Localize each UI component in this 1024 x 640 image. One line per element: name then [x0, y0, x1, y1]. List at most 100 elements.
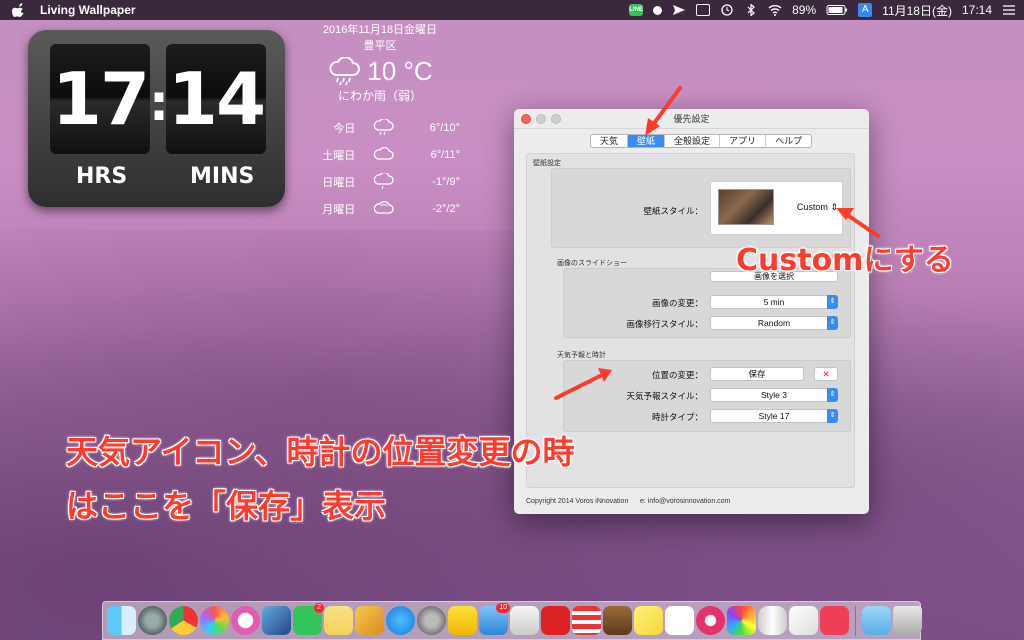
reeder-icon[interactable] — [541, 606, 570, 635]
app-menu-name[interactable]: Living Wallpaper — [40, 3, 136, 17]
input-source-icon[interactable]: A — [858, 3, 873, 17]
alfred-icon[interactable] — [603, 606, 632, 635]
line-badge: 2 — [314, 603, 324, 613]
forecast-row: 月曜日 -2°/2° — [300, 195, 460, 222]
wallpaper-panel: 壁紙設定 壁紙スタイル： Custom ⇕ 画像のスライドショー 画像を選択 画… — [526, 153, 855, 488]
forecast-temp: 6°/11° — [430, 148, 460, 161]
textedit-icon[interactable] — [789, 606, 818, 635]
downloads-folder-icon[interactable] — [862, 606, 891, 635]
folder-icon[interactable] — [448, 606, 477, 635]
cloud-icon — [373, 146, 394, 160]
weather-widget[interactable]: 2016年11月18日金曜日 豊平区 10 °C にわか雨（弱） 今日 6°/1… — [300, 22, 460, 222]
forecast-day: 今日 — [333, 122, 356, 135]
flip-clock-widget[interactable]: 17 : 14 HRS MINS — [28, 30, 285, 207]
current-temperature: 10 °C — [367, 56, 433, 86]
updown-chevron-icon: ⇕ — [827, 316, 838, 330]
clock-type-label: 時計タイプ： — [651, 412, 703, 422]
forecast-style-label: 天気予報スタイル： — [626, 391, 703, 401]
rain-cloud-icon — [373, 172, 394, 189]
send-icon[interactable] — [672, 4, 686, 16]
bluetooth-icon[interactable] — [744, 4, 758, 16]
contact-email: e: info@vorosinnovation.com — [640, 498, 731, 505]
itunes-icon[interactable] — [231, 606, 260, 635]
sketchbook-icon[interactable] — [696, 606, 725, 635]
preferences-tabs: 天気 壁紙 全般設定 アプリ ヘルプ — [590, 134, 813, 148]
wallpaper-style-selector[interactable]: Custom ⇕ — [710, 181, 843, 235]
trash-icon[interactable] — [893, 606, 922, 635]
clock-minutes-label: MINS — [190, 164, 255, 189]
calendar-icon[interactable] — [665, 606, 694, 635]
tab-apps[interactable]: アプリ — [720, 135, 767, 147]
preview-icon[interactable] — [262, 606, 291, 635]
image-change-label: 画像の変更： — [651, 298, 703, 308]
forecast-temp: -2°/2° — [432, 202, 460, 215]
updown-chevron-icon: ⇕ — [827, 295, 838, 309]
weather-clock-section-title: 天気予報と時計 — [557, 352, 606, 359]
tab-help[interactable]: ヘルプ — [766, 135, 811, 147]
current-condition: にわか雨（弱） — [337, 89, 422, 103]
system-preferences-icon[interactable] — [417, 606, 446, 635]
photos-icon[interactable] — [200, 606, 229, 635]
finder-icon[interactable] — [107, 606, 136, 635]
transition-select[interactable]: Random ⇕ — [710, 316, 838, 330]
line-status-icon[interactable]: LINE — [629, 4, 644, 16]
notes-icon[interactable] — [324, 606, 353, 635]
clock-hours: 17 — [50, 44, 150, 154]
image-change-select[interactable]: 5 min ⇕ — [710, 295, 838, 309]
clipboard-icon[interactable] — [696, 4, 711, 16]
forecast-day: 日曜日 — [322, 176, 356, 189]
reset-position-button[interactable]: ✕ — [814, 367, 838, 381]
chrome-icon[interactable] — [169, 606, 198, 635]
tab-wallpaper[interactable]: 壁紙 — [628, 135, 666, 147]
transition-label: 画像移行スタイル： — [626, 319, 703, 329]
save-position-button[interactable]: 保存 — [710, 367, 804, 381]
transition-value: Random — [757, 318, 791, 328]
menu-bar: Living Wallpaper LINE 89% A 11月18日(金) 17… — [0, 0, 1024, 20]
notification-center-icon[interactable] — [1002, 4, 1016, 16]
window-titlebar[interactable]: 優先設定 — [514, 109, 869, 129]
app-store-icon[interactable] — [386, 606, 415, 635]
forecast-style-value: Style 3 — [761, 390, 787, 400]
tab-weather[interactable]: 天気 — [591, 135, 629, 147]
slideshow-section-title: 画像のスライドショー — [557, 260, 627, 267]
zoom-window-button[interactable] — [551, 114, 561, 124]
forecast-style-select[interactable]: Style 3 ⇕ — [710, 388, 838, 402]
battery-icon[interactable] — [826, 4, 848, 16]
pinwheel-icon[interactable] — [727, 606, 756, 635]
line-icon[interactable]: 2 — [293, 603, 324, 635]
close-window-button[interactable] — [521, 114, 531, 124]
status-dot-icon[interactable] — [653, 5, 663, 15]
dock: 2 10 — [102, 601, 922, 640]
todoist-icon[interactable] — [572, 606, 601, 635]
wallpaper-thumbnail — [718, 189, 774, 225]
sketch-icon[interactable] — [355, 606, 384, 635]
menubar-time[interactable]: 17:14 — [962, 3, 992, 17]
wallpaper-style-value: Custom — [796, 202, 828, 212]
weather-date: 2016年11月18日金曜日 — [322, 24, 438, 36]
clock-type-select[interactable]: Style 17 ⇕ — [710, 409, 838, 423]
dock-separator — [855, 605, 856, 636]
window-title: 優先設定 — [673, 114, 710, 124]
pocket-icon[interactable] — [820, 606, 849, 635]
apple-icon[interactable] — [12, 3, 26, 17]
position-change-label: 位置の変更： — [651, 370, 703, 380]
image-change-value: 5 min — [763, 297, 785, 307]
battery-percent[interactable]: 89% — [792, 3, 816, 17]
forecast-temp: -1°/9° — [432, 175, 460, 188]
tab-general[interactable]: 全般設定 — [665, 135, 721, 147]
books-icon[interactable] — [510, 606, 539, 635]
diet-coke-icon[interactable] — [758, 606, 787, 635]
forecast-day: 月曜日 — [322, 203, 356, 216]
clock-minutes: 14 — [166, 44, 266, 154]
wifi-icon[interactable] — [768, 4, 782, 16]
mail-badge: 10 — [496, 603, 510, 613]
minimize-window-button[interactable] — [536, 114, 546, 124]
time-machine-icon[interactable] — [720, 4, 734, 16]
rain-cloud-icon — [373, 118, 394, 135]
launchpad-icon[interactable] — [138, 606, 167, 635]
menubar-date[interactable]: 11月18日(金) — [882, 2, 952, 19]
mail-icon[interactable]: 10 — [479, 603, 510, 635]
custom-annotation: Customにする — [736, 243, 954, 278]
position-annotation-line2: はここを「保存」表示 — [66, 487, 387, 525]
stickies-icon[interactable] — [634, 606, 663, 635]
